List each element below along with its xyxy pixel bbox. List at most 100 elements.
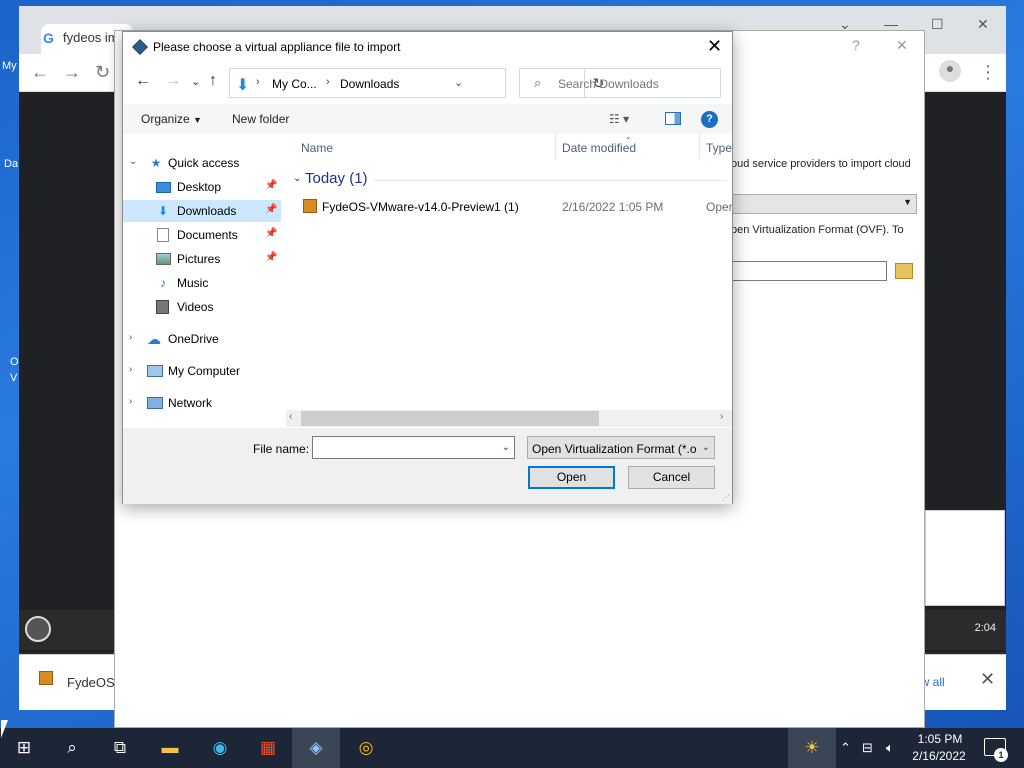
close-icon[interactable]: ✕ xyxy=(980,669,995,690)
chevron-down-icon[interactable]: ⌄ xyxy=(293,173,301,184)
edge-icon[interactable]: ◉ xyxy=(208,736,232,760)
menu-icon[interactable]: ⋮ xyxy=(979,62,997,83)
maximize-icon[interactable]: ☐ xyxy=(931,16,944,33)
profile-icon[interactable]: ● xyxy=(939,60,961,82)
view-options-icon[interactable]: ☷ ▾ xyxy=(609,112,629,126)
scroll-left-icon[interactable]: ‹ xyxy=(289,411,292,422)
close-icon[interactable]: ✕ xyxy=(896,37,908,54)
launcher-icon[interactable] xyxy=(25,616,51,642)
volume-icon[interactable]: 🔈︎ xyxy=(886,740,894,756)
column-divider[interactable] xyxy=(699,134,700,160)
tree-item-quick-access[interactable]: ⌄ ★ Quick access xyxy=(123,152,281,174)
cancel-button[interactable]: Cancel xyxy=(628,466,715,489)
file-explorer-icon[interactable]: ▬ xyxy=(158,736,182,760)
chevron-down-icon[interactable]: ⌄ xyxy=(502,442,510,453)
windows-start-icon[interactable]: ⊞ xyxy=(12,736,36,760)
chevron-right-icon[interactable]: › xyxy=(326,76,330,88)
column-name[interactable]: Name xyxy=(301,141,333,155)
desktop-icon-label[interactable]: My xyxy=(2,60,17,72)
tree-item-videos[interactable]: Videos xyxy=(123,296,281,318)
close-icon[interactable]: ✕ xyxy=(707,36,722,57)
file-type-filter[interactable]: Open Virtualization Format (*.o ⌄ xyxy=(527,436,715,459)
forward-icon[interactable]: → xyxy=(63,62,81,83)
store-icon[interactable]: ▦ xyxy=(256,736,280,760)
tree-item-my-computer[interactable]: › My Computer xyxy=(123,360,281,382)
preview-pane-icon[interactable] xyxy=(665,112,681,125)
desktop-icon-label[interactable]: Da xyxy=(4,158,18,170)
help-icon[interactable]: ? xyxy=(701,111,718,128)
search-box[interactable]: ⌕ xyxy=(519,68,721,98)
tree-item-onedrive[interactable]: › ☁ OneDrive xyxy=(123,328,281,350)
back-icon[interactable]: ← xyxy=(135,72,151,90)
file-name-label: File name: xyxy=(253,442,310,456)
scroll-right-icon[interactable]: › xyxy=(720,411,723,422)
task-view-icon[interactable]: ⧉ xyxy=(108,736,132,760)
navigation-row: ← → ⌄ ↑ ⬇ › My Co... › Downloads ⌄ ↻ ⌕ xyxy=(123,66,732,98)
pin-icon[interactable]: 📌 xyxy=(265,180,277,191)
breadcrumb-my-computer[interactable]: My Co... xyxy=(272,77,317,91)
pin-icon[interactable]: 📌 xyxy=(265,228,277,239)
group-header[interactable]: ⌄ Today (1) xyxy=(289,170,732,192)
column-divider[interactable] xyxy=(555,134,556,160)
fydeos-clock[interactable]: 2:04 xyxy=(975,622,996,634)
recent-locations-icon[interactable]: ⌄ xyxy=(191,75,200,88)
dialog-footer: File name: ⌄ Open Virtualization Format … xyxy=(123,428,732,504)
tree-item-music[interactable]: ♪ Music xyxy=(123,272,281,294)
group-divider xyxy=(373,180,727,181)
forward-icon[interactable]: → xyxy=(165,72,181,90)
search-icon[interactable]: ⌕ xyxy=(60,736,84,760)
help-icon[interactable]: ? xyxy=(852,37,860,53)
folder-icon[interactable] xyxy=(895,263,913,279)
weather-icon[interactable]: ☀ xyxy=(800,736,824,760)
chevron-down-icon[interactable]: ⌄ xyxy=(129,156,137,167)
desktop-icon-label[interactable]: O xyxy=(10,356,19,368)
tree-item-pictures[interactable]: Pictures 📌 xyxy=(123,248,281,270)
horizontal-scrollbar[interactable]: ‹ › xyxy=(286,410,732,427)
chevron-right-icon[interactable]: › xyxy=(256,76,260,88)
document-icon xyxy=(157,228,169,242)
column-date-modified[interactable]: Date modified xyxy=(562,141,636,155)
search-input[interactable] xyxy=(558,75,716,93)
downloads-icon: ⬇ xyxy=(236,77,250,94)
download-item[interactable]: FydeOS- xyxy=(67,675,119,690)
tree-item-network[interactable]: › Network xyxy=(123,392,281,414)
scrollbar-thumb[interactable] xyxy=(301,411,599,426)
up-icon[interactable]: ↑ xyxy=(209,72,217,90)
chevron-right-icon[interactable]: › xyxy=(129,332,132,343)
pin-icon[interactable]: 📌 xyxy=(265,204,277,215)
close-icon[interactable]: ✕ xyxy=(977,16,989,33)
file-name: FydeOS-VMware-v14.0-Preview1 (1) xyxy=(322,200,519,214)
new-folder-button[interactable]: New folder xyxy=(232,112,289,126)
file-row[interactable]: FydeOS-VMware-v14.0-Preview1 (1) 2/16/20… xyxy=(289,196,732,218)
back-icon[interactable]: ← xyxy=(31,62,49,83)
chrome-icon[interactable]: ◎ xyxy=(354,736,378,760)
clock-date[interactable]: 2/16/2022 xyxy=(906,749,972,763)
network-icon[interactable]: ⊟ xyxy=(862,740,873,756)
desktop-icon-label[interactable]: V xyxy=(10,372,17,384)
tree-item-documents[interactable]: Documents 📌 xyxy=(123,224,281,246)
chevron-right-icon[interactable]: › xyxy=(129,396,132,407)
resize-grip-icon[interactable]: ⋰ xyxy=(722,493,730,502)
open-button[interactable]: Open xyxy=(528,466,615,489)
virtualbox-icon[interactable]: ◈ xyxy=(304,736,328,760)
tree-item-desktop[interactable]: Desktop 📌 xyxy=(123,176,281,198)
chevron-down-icon[interactable]: ⌄ xyxy=(454,76,463,89)
chevron-right-icon[interactable]: › xyxy=(129,364,132,375)
clock-time[interactable]: 1:05 PM xyxy=(910,732,970,746)
tree-item-label: Pictures xyxy=(177,252,221,266)
organize-button[interactable]: Organize ▼ xyxy=(141,112,202,126)
reload-icon[interactable]: ↻ xyxy=(95,62,110,83)
column-type[interactable]: Type xyxy=(706,141,732,155)
breadcrumb-downloads[interactable]: Downloads xyxy=(340,77,399,91)
tree-item-label: Downloads xyxy=(177,204,237,218)
file-path-field[interactable] xyxy=(731,261,887,281)
tree-item-downloads[interactable]: ⬇ Downloads 📌 xyxy=(123,200,281,222)
file-open-dialog: Please choose a virtual appliance file t… xyxy=(122,31,733,504)
source-combo[interactable]: ▼ xyxy=(731,194,917,214)
pin-icon[interactable]: 📌 xyxy=(265,252,277,263)
chevron-down-icon: ▼ xyxy=(903,197,912,207)
address-bar[interactable]: ⬇ › My Co... › Downloads ⌄ ↻ xyxy=(229,68,604,98)
tree-item-label: OneDrive xyxy=(168,332,219,346)
chevron-up-icon[interactable]: ⌃ xyxy=(840,740,851,756)
file-name-input[interactable]: ⌄ xyxy=(312,436,515,459)
